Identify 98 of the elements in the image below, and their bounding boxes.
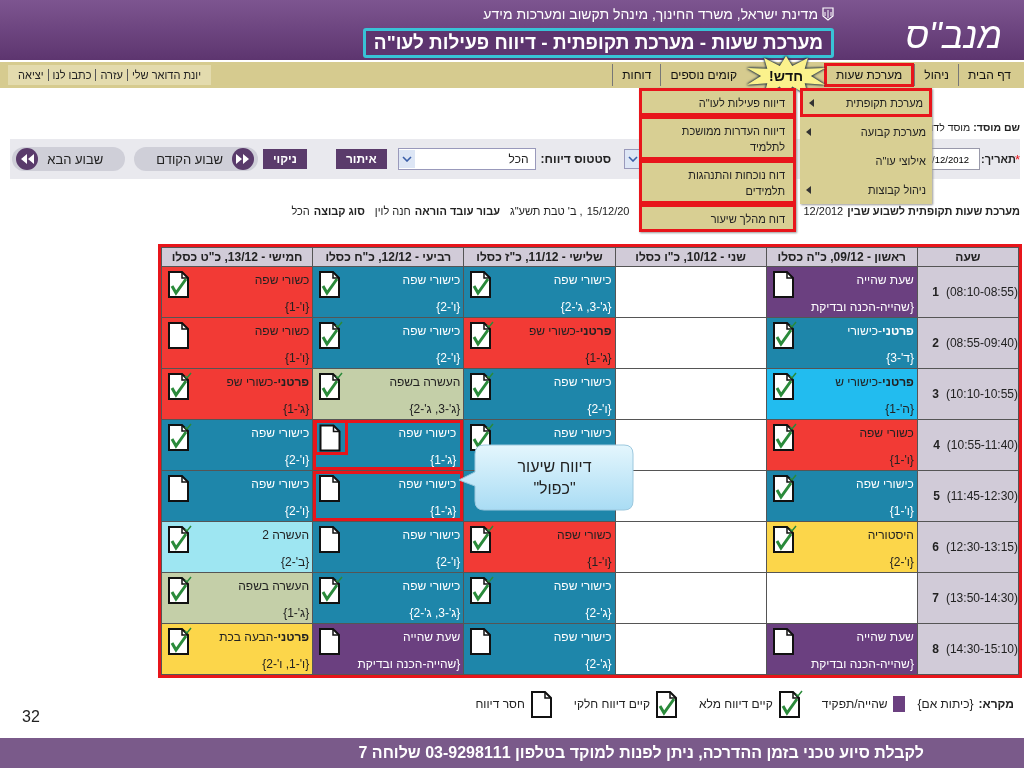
lesson-group: {ו'-2}	[587, 402, 612, 416]
slide-number: 32	[22, 708, 40, 726]
lesson-group: {ג'-2}	[585, 606, 612, 620]
lesson-subject: כישורי שפה	[251, 477, 310, 491]
column-header: ראשון - 09/12, כ"ה כסלו	[766, 247, 918, 267]
period-cell: 8 (14:30-15:10)	[917, 623, 1019, 675]
lesson-subject: כישורי שפה	[856, 477, 914, 491]
lesson-group: {ג'-1}	[430, 453, 457, 467]
lesson-group: {ג'-3, ג'-2}	[409, 402, 461, 416]
lesson-subject: כישורי שפה	[553, 375, 612, 389]
lesson-subject: כישורי שפה	[553, 273, 612, 287]
lesson-subject: כשורי שפה	[254, 273, 310, 287]
group-type-label: סוג קבוצה	[313, 205, 365, 217]
period-cell: 5 (11:45-12:30)	[917, 470, 1019, 522]
hebrew-date: , ב' טבת תשע"ג	[510, 205, 583, 217]
column-header: חמישי - 13/12, כ"ט כסלו	[161, 247, 313, 267]
period-cell: 2 (08:55-09:40)	[917, 317, 1019, 369]
lesson-subject: פרטני-כישורי ש	[835, 375, 914, 389]
lesson-subject: כישורי שפה	[402, 579, 461, 593]
lesson-group: {ו'-2}	[436, 351, 461, 365]
lesson-group: {ו'-1}	[285, 300, 310, 314]
lesson-subject: שעת שהייה	[856, 630, 914, 644]
lesson-subject: כישורי שפה	[398, 426, 457, 440]
institution-value: מוסד לדו	[930, 121, 971, 133]
lesson-group: {ו'-1, ו'-2}	[262, 657, 310, 671]
legend-text: קיים דיווח חלקי	[573, 697, 650, 711]
organization-line: מדינת ישראל, משרד החינוך, מינהל תקשוב ומערכות מידע	[483, 6, 818, 22]
lesson-group: {ו'-1}	[285, 351, 310, 365]
lesson-subject: שעת שהייה	[403, 630, 461, 644]
lesson-group: {ו'-1}	[587, 555, 612, 569]
lesson-group: {ו'-2}	[285, 504, 310, 518]
column-header: רביעי - 12/12, כ"ח כסלו	[312, 247, 464, 267]
legend-text: קיים דיווח מלא	[698, 697, 773, 711]
lesson-subject: כישורי שפה	[553, 630, 612, 644]
legend-text: {כיתות אם}	[917, 697, 974, 711]
lesson-subject: שעת שהייה	[856, 273, 914, 287]
legend-label: מקרא:	[978, 697, 1014, 711]
teacher-name: חנה לוין	[374, 205, 411, 217]
footer-text: לקבלת סיוע טכני בזמן ההדרכה, ניתן לפנות למוקד בטלפון 03-9298111 שלוחה 7	[0, 738, 1024, 768]
lesson-subject: כשורי שפה	[557, 528, 612, 542]
legend-text: שהייה/תפקיד	[821, 697, 888, 711]
lesson-group: {ו'-2}	[436, 555, 461, 569]
institution-label: שם מוסד:	[973, 121, 1020, 133]
lesson-group: {ג'-3, ג'-2}	[409, 606, 461, 620]
column-header: שני - 10/12, כ"ו כסלו	[615, 247, 767, 267]
legend-text: חסר דיווח	[475, 697, 525, 711]
lesson-group: {ו'-2}	[436, 300, 461, 314]
lesson-subject: כישורי שפה	[402, 324, 461, 338]
group-type-value: הכל	[291, 205, 310, 217]
lesson-group: {שהייה-הכנה ובדיקת	[810, 657, 914, 671]
period-cell: 1 (08:10-08:55)	[917, 266, 1019, 318]
callout-tooltip: דיווח שיעור "כפול"	[458, 444, 634, 512]
period-cell: 7 (13:50-14:30)	[917, 572, 1019, 624]
lesson-group: {ו'-1}	[889, 504, 914, 518]
lesson-subject: כישורי שפה	[398, 477, 457, 491]
lesson-subject: פרטני-כשורי שפ	[226, 375, 310, 389]
start-date: 12/2012	[803, 205, 844, 217]
status-label: סטטוס דיווח:	[540, 152, 612, 166]
lesson-subject: פרטני-הבעה בכת	[219, 630, 310, 644]
period-cell: 3 (10:10-10:55)	[917, 368, 1019, 420]
schedule-heading: מערכת שעות תקופתית לשבוע שבין	[847, 205, 1020, 217]
column-header: שעה	[917, 247, 1019, 267]
lesson-group: {ו'-1}	[889, 453, 914, 467]
lesson-subject: העשרה בשפה	[389, 375, 461, 389]
date-label: תאריך:	[981, 153, 1016, 165]
lesson-group: {שהייה-הכנה ובדיקת	[810, 300, 914, 314]
lesson-subject: כישורי שפה	[553, 426, 612, 440]
lesson-group: {ג'-1}	[585, 351, 612, 365]
lesson-subject: היסטוריה	[867, 528, 914, 542]
lesson-subject: כישורי שפה	[251, 426, 310, 440]
lesson-subject: כישורי שפה	[553, 579, 612, 593]
lesson-group: {ו'-2}	[889, 555, 914, 569]
lesson-subject: כשורי שפה	[254, 324, 310, 338]
required-mark: *	[1014, 151, 1020, 167]
lesson-group: {ו'-2}	[285, 453, 310, 467]
lesson-group: {ג'-1}	[283, 402, 310, 416]
lesson-subject: פרטני-כישורי	[847, 324, 914, 338]
lesson-group: {ב'-2}	[281, 555, 310, 569]
end-date: 15/12/20	[586, 205, 630, 217]
period-cell: 4 (10:55-11:40)	[917, 419, 1019, 471]
column-header: שלישי - 11/12, כ"ז כסלו	[463, 247, 616, 267]
lesson-subject: פרטני-כשורי שפ	[528, 324, 612, 338]
lesson-group: {ה'-1}	[885, 402, 914, 416]
lesson-subject: כשורי שפה	[859, 426, 914, 440]
lesson-group: {שהייה-הכנה ובדיקת	[357, 657, 461, 671]
lesson-group: {ג'-1}	[430, 504, 457, 518]
period-cell: 6 (12:30-13:15)	[917, 521, 1019, 573]
lesson-group: {ג'-1}	[283, 606, 310, 620]
lesson-group: {ג'-2}	[585, 657, 612, 671]
lesson-subject: כישורי שפה	[402, 273, 461, 287]
lesson-group: {ג'-3, ג'-2}	[560, 300, 612, 314]
page-title: מערכת שעות - מערכת תקופתית - דיווח פעילות לעו"ה	[362, 28, 834, 58]
lesson-subject: כישורי שפה	[402, 528, 461, 542]
lesson-group: {ד'-3}	[886, 351, 914, 365]
lesson-subject: העשרה 2	[262, 528, 310, 542]
teacher-label: עבור עובד הוראה	[414, 205, 500, 217]
logo: מנב"ס	[904, 14, 1002, 58]
lesson-subject: העשרה בשפה	[238, 579, 310, 593]
